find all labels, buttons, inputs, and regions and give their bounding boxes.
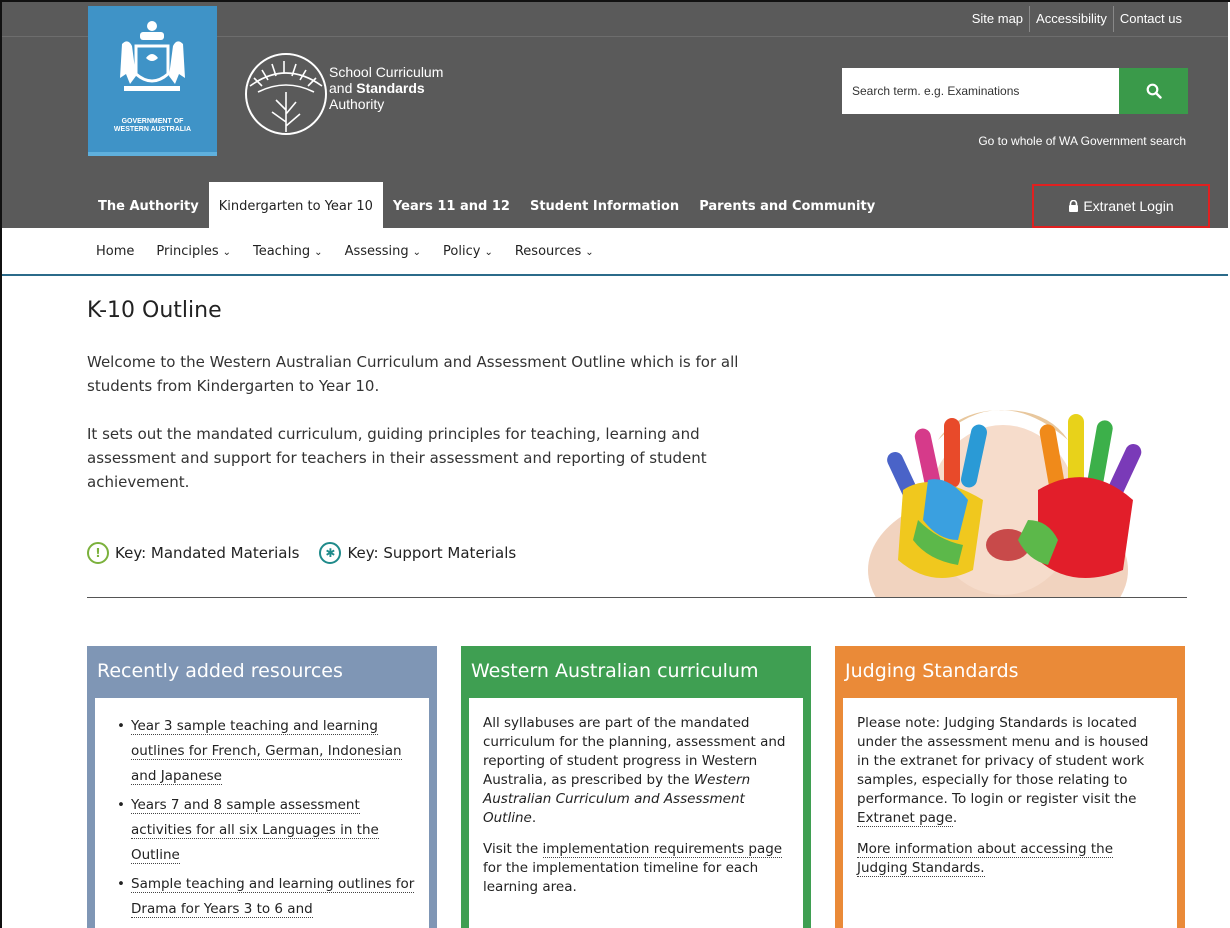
card-paragraph: Please note: Judging Standards is locate…: [857, 715, 1149, 827]
implementation-requirements-link[interactable]: implementation requirements page: [542, 841, 783, 858]
wa-government-logo[interactable]: GOVERNMENT OF WESTERN AUSTRALIA: [88, 6, 217, 156]
government-label: GOVERNMENT OF WESTERN AUSTRALIA: [113, 118, 192, 133]
judging-standards-card: Judging Standards Please note: Judging S…: [835, 646, 1185, 928]
nav-parents-and-community[interactable]: Parents and Community: [689, 182, 885, 228]
card-body: Year 3 sample teaching and learning outl…: [95, 698, 429, 928]
utility-links: Site map Accessibility Contact us: [966, 2, 1188, 36]
card-title: Recently added resources: [97, 660, 343, 682]
key-mandated: ! Key: Mandated Materials: [87, 542, 299, 564]
painted-hands-child-image: [848, 370, 1186, 597]
page-title: K-10 Outline: [87, 298, 222, 323]
intro-paragraph: Welcome to the Western Australian Curric…: [87, 353, 739, 395]
judging-standards-info-link[interactable]: More information about accessing the Jud…: [857, 841, 1114, 877]
chevron-down-icon: ⌄: [222, 246, 231, 258]
search-icon: [1146, 83, 1162, 99]
subnav-teaching[interactable]: Teaching ⌄: [253, 244, 323, 259]
nav-student-information[interactable]: Student Information: [520, 182, 689, 228]
scsa-brand-name[interactable]: School Curriculum and Standards Authorit…: [329, 64, 443, 112]
search-input[interactable]: Search term. e.g. Examinations: [842, 68, 1119, 114]
western-australian-curriculum-card: Western Australian curriculum All syllab…: [461, 646, 811, 928]
lock-icon: [1069, 200, 1079, 212]
subnav-policy[interactable]: Policy ⌄: [443, 244, 493, 259]
chevron-down-icon: ⌄: [484, 246, 493, 258]
asterisk-circle-icon: ✱: [319, 542, 342, 564]
accessibility-link[interactable]: Accessibility: [1030, 6, 1114, 32]
subnav-principles[interactable]: Principles ⌄: [156, 244, 231, 259]
card-paragraph: More information about accessing the Jud…: [857, 840, 1163, 878]
card-body: Please note: Judging Standards is locate…: [843, 698, 1177, 928]
site-map-link[interactable]: Site map: [966, 6, 1031, 32]
site-header: Site map Accessibility Contact us GOVERN…: [2, 2, 1228, 228]
list-item[interactable]: Years 7 and 8 sample assessment activiti…: [117, 793, 415, 868]
site-search: Search term. e.g. Examinations: [842, 68, 1188, 114]
extranet-page-link[interactable]: Extranet page: [857, 810, 953, 827]
section-divider: [87, 597, 1187, 598]
key-support: ✱ Key: Support Materials: [319, 542, 516, 564]
card-title: Western Australian curriculum: [471, 660, 759, 682]
recently-added-resources-card: Recently added resources Year 3 sample t…: [87, 646, 437, 928]
resource-list: Year 3 sample teaching and learning outl…: [109, 714, 415, 922]
subnav-resources[interactable]: Resources ⌄: [515, 244, 594, 259]
list-item[interactable]: Year 3 sample teaching and learning outl…: [117, 714, 415, 789]
coat-of-arms-icon: [120, 21, 185, 91]
materials-key: ! Key: Mandated Materials ✱ Key: Support…: [87, 542, 536, 564]
nav-kindergarten-to-year-10[interactable]: Kindergarten to Year 10: [208, 182, 383, 228]
list-item[interactable]: Sample teaching and learning outlines fo…: [117, 872, 415, 922]
contact-us-link[interactable]: Contact us: [1114, 6, 1188, 32]
card-paragraph: All syllabuses are part of the mandated …: [483, 715, 786, 826]
exclamation-circle-icon: !: [87, 542, 109, 564]
chevron-down-icon: ⌄: [314, 246, 323, 258]
card-body: All syllabuses are part of the mandated …: [469, 698, 803, 928]
nav-years-11-and-12[interactable]: Years 11 and 12: [383, 182, 520, 228]
chevron-down-icon: ⌄: [585, 246, 594, 258]
card-title: Judging Standards: [845, 660, 1019, 682]
intro-text: Welcome to the Western Australian Curric…: [87, 350, 787, 518]
chevron-down-icon: ⌄: [412, 246, 422, 258]
main-navigation: The Authority Kindergarten to Year 10 Ye…: [88, 182, 885, 228]
extranet-login-button[interactable]: Extranet Login: [1032, 184, 1210, 228]
nav-the-authority[interactable]: The Authority: [88, 182, 209, 228]
subnav-home[interactable]: Home: [96, 244, 134, 259]
extranet-login-label: Extranet Login: [1083, 198, 1174, 214]
search-button[interactable]: [1119, 68, 1188, 114]
wa-government-search-link[interactable]: Go to whole of WA Government search: [978, 134, 1186, 148]
card-paragraph: Visit the implementation requirements pa…: [483, 841, 783, 895]
sub-navigation: Home Principles ⌄ Teaching ⌄ Assessing ⌄ Po…: [2, 228, 1228, 276]
subnav-assessing[interactable]: Assessing ⌄: [345, 244, 421, 259]
scsa-tree-logo-icon[interactable]: [244, 52, 328, 136]
intro-paragraph: It sets out the mandated curriculum, gui…: [87, 425, 707, 491]
